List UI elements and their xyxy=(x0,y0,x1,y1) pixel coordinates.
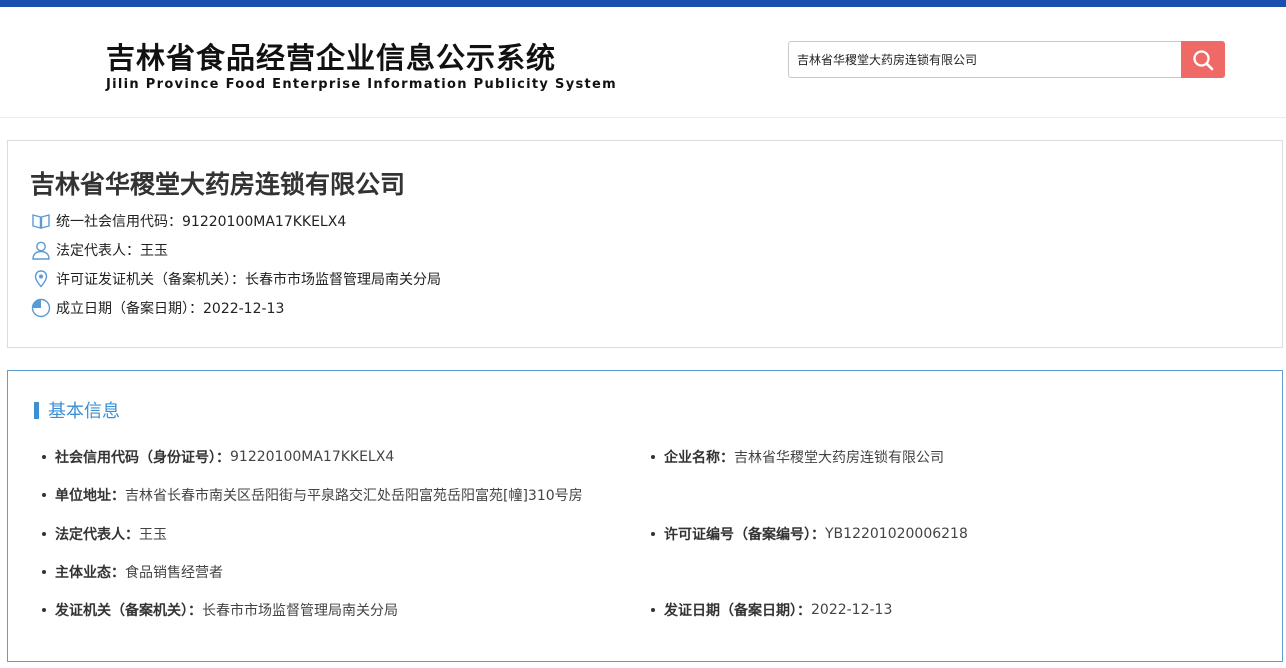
bullet-dot xyxy=(42,455,46,459)
basic-info-card: 基本信息 社会信用代码（身份证号）： 91220100MA17KKELX4 企业… xyxy=(7,370,1283,662)
field-label: 单位地址： xyxy=(55,488,125,504)
credit-code-text: 统一社会信用代码：91220100MA17KKELX4 xyxy=(56,214,347,230)
field-label: 企业名称： xyxy=(664,450,734,466)
field-issue-date: 发证日期（备案日期）： 2022-12-13 xyxy=(651,600,892,620)
book-icon xyxy=(30,211,51,232)
field-value: 食品销售经营者 xyxy=(125,565,223,581)
clock-icon xyxy=(30,298,51,319)
field-label: 发证机关（备案机关）： xyxy=(55,603,202,619)
search-icon xyxy=(1191,48,1215,72)
field-issuing-authority: 发证机关（备案机关）： 长春市市场监督管理局南关分局 xyxy=(42,600,398,620)
company-name: 吉林省华稷堂大药房连锁有限公司 xyxy=(30,170,406,199)
bullet-dot xyxy=(42,532,46,536)
bullet-dot xyxy=(651,532,655,536)
field-company-name: 企业名称： 吉林省华稷堂大药房连锁有限公司 xyxy=(651,447,944,467)
top-accent-bar xyxy=(0,0,1286,7)
field-label: 社会信用代码（身份证号）： xyxy=(55,450,230,466)
search-box xyxy=(788,41,1225,78)
credit-code-row: 统一社会信用代码：91220100MA17KKELX4 xyxy=(30,210,346,232)
field-value: 吉林省长春市南关区岳阳街与平泉路交汇处岳阳富苑岳阳富苑[幢]310号房 xyxy=(125,488,583,504)
field-license-number: 许可证编号（备案编号）： YB12201020006218 xyxy=(651,524,968,544)
section-title-bar xyxy=(34,401,39,419)
field-value: 吉林省华稷堂大药房连锁有限公司 xyxy=(734,450,944,466)
site-header: 吉林省食品经营企业信息公示系统 Jilin Province Food Ente… xyxy=(0,7,1286,118)
date-text: 成立日期（备案日期）：2022-12-13 xyxy=(56,301,285,317)
bullet-dot xyxy=(651,455,655,459)
field-value: 长春市市场监督管理局南关分局 xyxy=(202,603,398,619)
bullet-dot xyxy=(42,493,46,497)
authority-row: 许可证发证机关（备案机关）：长春市市场监督管理局南关分局 xyxy=(30,268,441,290)
section-title: 基本信息 xyxy=(34,399,120,422)
field-legal-rep: 法定代表人： 王玉 xyxy=(42,524,167,544)
legal-rep-row: 法定代表人：王玉 xyxy=(30,239,168,261)
field-address: 单位地址： 吉林省长春市南关区岳阳街与平泉路交汇处岳阳富苑岳阳富苑[幢]310号… xyxy=(42,485,583,505)
bullet-dot xyxy=(42,570,46,574)
field-business-type: 主体业态： 食品销售经营者 xyxy=(42,562,223,582)
authority-text: 许可证发证机关（备案机关）：长春市市场监督管理局南关分局 xyxy=(56,272,441,288)
field-label: 主体业态： xyxy=(55,565,125,581)
field-label: 发证日期（备案日期）： xyxy=(664,603,811,619)
field-value: 91220100MA17KKELX4 xyxy=(230,449,395,465)
site-title: 吉林省食品经营企业信息公示系统 xyxy=(106,41,557,75)
search-input[interactable] xyxy=(788,41,1182,78)
field-value: 王玉 xyxy=(139,527,167,543)
legal-rep-text: 法定代表人：王玉 xyxy=(56,243,168,259)
bullet-dot xyxy=(651,608,655,612)
company-summary-card: 吉林省华稷堂大药房连锁有限公司 统一社会信用代码：91220100MA17KKE… xyxy=(7,140,1283,348)
location-pin-icon xyxy=(30,269,51,290)
section-title-text: 基本信息 xyxy=(48,401,120,422)
field-value: 2022-12-13 xyxy=(811,602,893,618)
field-credit-code: 社会信用代码（身份证号）： 91220100MA17KKELX4 xyxy=(42,447,394,467)
user-icon xyxy=(30,240,51,261)
site-subtitle: Jilin Province Food Enterprise Informati… xyxy=(106,77,617,92)
field-value: YB12201020006218 xyxy=(825,526,968,542)
field-label: 许可证编号（备案编号）： xyxy=(664,527,825,543)
search-button[interactable] xyxy=(1181,41,1225,78)
date-row: 成立日期（备案日期）：2022-12-13 xyxy=(30,297,284,319)
field-label: 法定代表人： xyxy=(55,527,139,543)
bullet-dot xyxy=(42,608,46,612)
